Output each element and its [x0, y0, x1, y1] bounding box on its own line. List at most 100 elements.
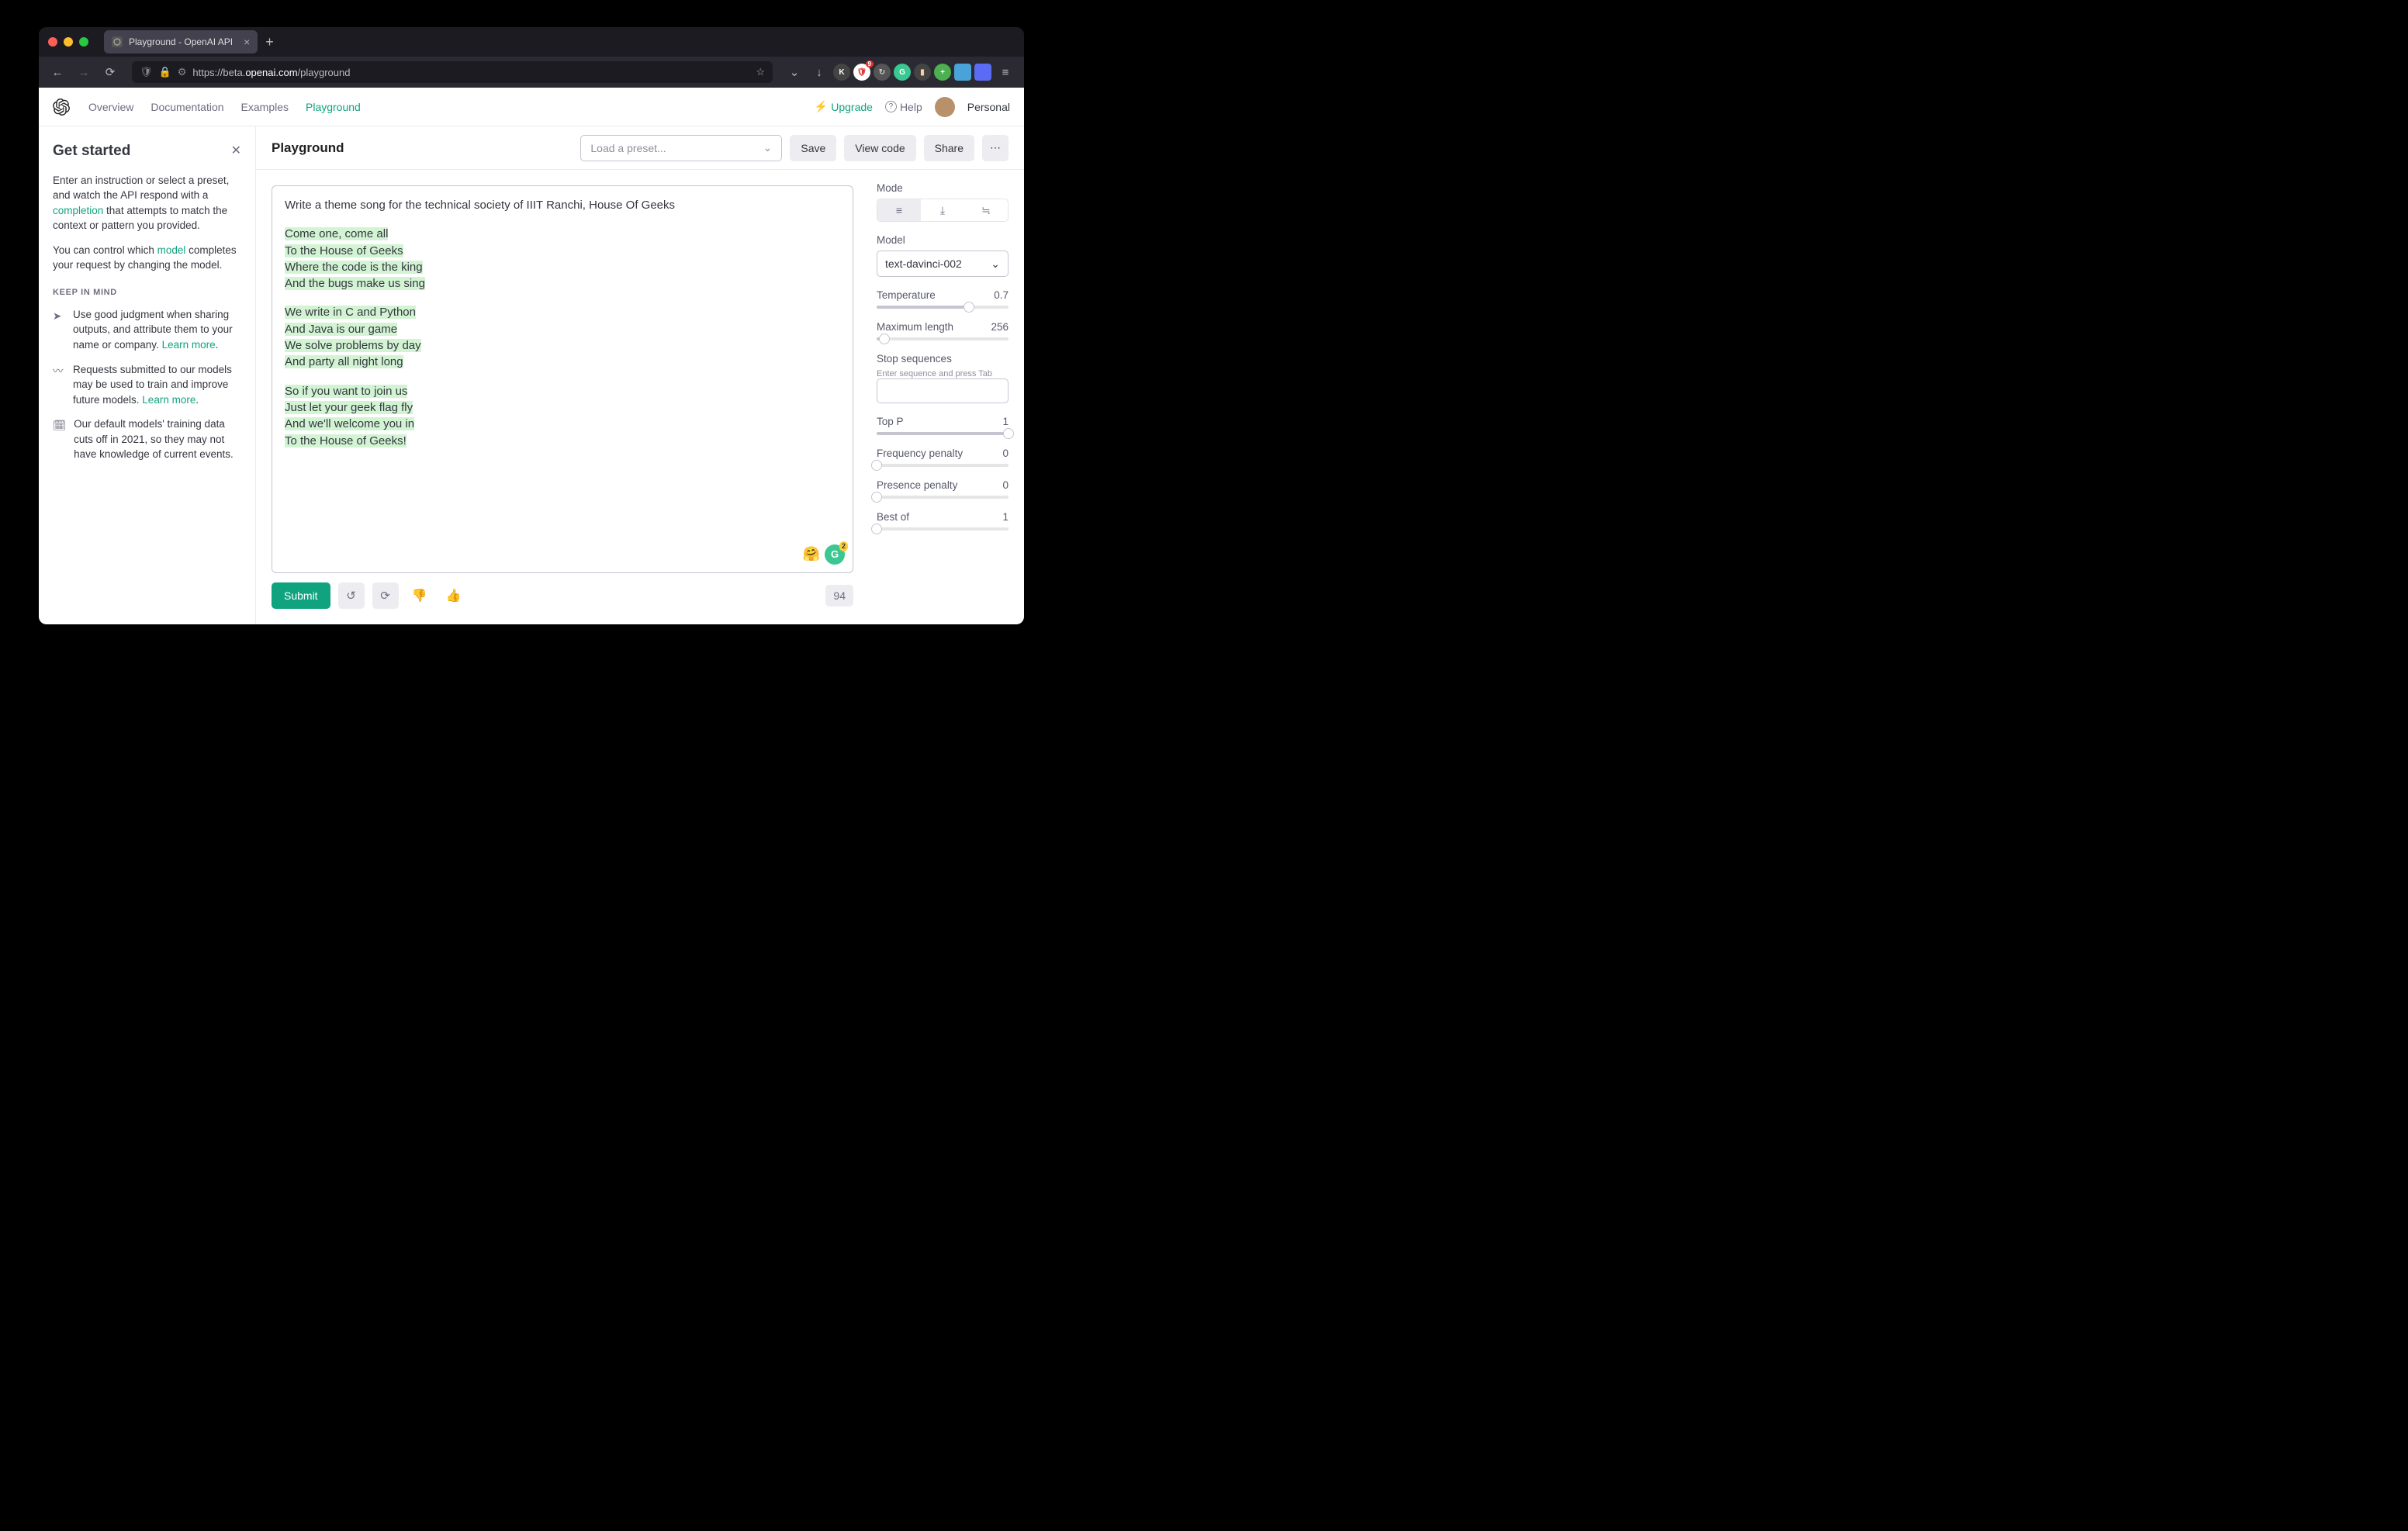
mode-param: Mode ≡ ⤓ ≒ [877, 182, 1009, 222]
openai-favicon [112, 36, 123, 47]
titlebar: Playground - OpenAI API × + [39, 27, 1024, 57]
send-icon: ➤ [53, 309, 65, 353]
main-body: Write a theme song for the technical soc… [256, 170, 1024, 624]
nav-links: Overview Documentation Examples Playgrou… [88, 101, 361, 113]
completion-text: Come one, come allTo the House of GeeksW… [285, 226, 840, 449]
nav-overview[interactable]: Overview [88, 101, 133, 113]
extension-icon[interactable]: ▮ [914, 64, 931, 81]
bestof-param: Best of1 [877, 511, 1009, 530]
site-nav: Overview Documentation Examples Playgrou… [39, 88, 1024, 126]
nav-playground[interactable]: Playground [306, 101, 361, 113]
content: Get started ✕ Enter an instruction or se… [39, 126, 1024, 624]
maxlen-slider[interactable] [877, 337, 1009, 340]
submit-button[interactable]: Submit [272, 582, 330, 609]
close-sidebar-icon[interactable]: ✕ [231, 142, 241, 160]
learn-more-link[interactable]: Learn more [162, 339, 216, 351]
mode-edit-icon[interactable]: ≒ [964, 199, 1008, 221]
learn-more-link[interactable]: Learn more [142, 394, 195, 406]
share-button[interactable]: Share [924, 135, 974, 161]
tab-title: Playground - OpenAI API [129, 36, 233, 47]
help-icon: ? [885, 101, 897, 112]
grammarly-badge-icon[interactable]: G2 [825, 544, 845, 565]
action-row: Submit ↺ ⟳ 👎 👍 94 [272, 582, 853, 609]
undo-button[interactable]: ↺ [338, 582, 365, 609]
freq-slider[interactable] [877, 464, 1009, 467]
nav-documentation[interactable]: Documentation [150, 101, 223, 113]
maxlen-param: Maximum length256 [877, 321, 1009, 340]
ublock-icon[interactable]: 🛡9 [853, 64, 870, 81]
extension-icons: ⌄ ↓ K 🛡9 ↻ G ▮ + ≡ [784, 61, 1016, 83]
minimize-window-icon[interactable] [64, 37, 73, 47]
mode-toggle: ≡ ⤓ ≒ [877, 199, 1009, 222]
pres-slider[interactable] [877, 496, 1009, 499]
pocket-icon[interactable]: ⌄ [784, 61, 805, 83]
mode-complete-icon[interactable]: ≡ [877, 199, 921, 221]
chevron-down-icon: ⌄ [991, 257, 1000, 271]
keep-in-mind-item: 〰 Requests submitted to our models may b… [53, 362, 241, 408]
sidebar-title: Get started ✕ [53, 140, 241, 162]
thumbs-up-button[interactable]: 👍 [441, 582, 467, 609]
page-content: Overview Documentation Examples Playgrou… [39, 88, 1024, 624]
view-code-button[interactable]: View code [844, 135, 915, 161]
reload-button[interactable]: ⟳ [99, 61, 121, 83]
playground-header: Playground Load a preset... ⌄ Save View … [256, 126, 1024, 170]
sidebar-intro-2: You can control which model completes yo… [53, 243, 241, 273]
thumbs-down-button[interactable]: 👎 [407, 582, 433, 609]
prompt-editor[interactable]: Write a theme song for the technical soc… [272, 185, 853, 573]
openai-logo[interactable] [53, 98, 70, 116]
stop-param: Stop sequences Enter sequence and press … [877, 353, 1009, 403]
close-tab-icon[interactable]: × [244, 36, 250, 48]
avatar[interactable] [935, 97, 955, 117]
mode-insert-icon[interactable]: ⤓ [921, 199, 964, 221]
calendar-icon: 🗓 [53, 418, 66, 462]
main: Playground Load a preset... ⌄ Save View … [256, 126, 1024, 624]
regenerate-button[interactable]: ⟳ [372, 582, 399, 609]
keep-in-mind-item: 🗓 Our default models' training data cuts… [53, 416, 241, 462]
stop-sequence-input[interactable] [877, 378, 1009, 403]
maximize-window-icon[interactable] [79, 37, 88, 47]
upgrade-link[interactable]: ⚡ Upgrade [815, 100, 873, 113]
grammarly-icon[interactable]: G [894, 64, 911, 81]
back-button[interactable]: ← [47, 61, 68, 83]
extension-purple-icon[interactable] [974, 64, 991, 81]
save-button[interactable]: Save [790, 135, 836, 161]
model-link[interactable]: model [157, 244, 186, 256]
forward-button[interactable]: → [73, 61, 95, 83]
more-button[interactable]: ⋯ [982, 135, 1009, 161]
preset-select[interactable]: Load a preset... ⌄ [580, 135, 782, 161]
keep-in-mind-item: ➤ Use good judgment when sharing outputs… [53, 307, 241, 353]
bookmark-icon[interactable]: ☆ [756, 66, 765, 78]
new-tab-button[interactable]: + [265, 34, 274, 50]
extension-k-icon[interactable]: K [833, 64, 850, 81]
lock-icon: 🔒 [159, 66, 171, 78]
extension-c-icon[interactable]: ↻ [874, 64, 891, 81]
browser-tab[interactable]: Playground - OpenAI API × [104, 30, 258, 54]
address-bar[interactable]: 🛡 🔒 ⚙ https://beta.openai.com/playground… [132, 61, 773, 83]
extension-blue-icon[interactable] [954, 64, 971, 81]
nav-examples[interactable]: Examples [241, 101, 289, 113]
model-select[interactable]: text-davinci-002 ⌄ [877, 251, 1009, 277]
sidebar: Get started ✕ Enter an instruction or se… [39, 126, 256, 624]
topp-slider[interactable] [877, 432, 1009, 435]
account-name[interactable]: Personal [967, 101, 1010, 113]
traffic-lights [48, 37, 88, 47]
chevron-down-icon: ⌄ [763, 141, 773, 154]
emoji-reaction-icon[interactable]: 🤗 [801, 544, 822, 565]
temperature-slider[interactable] [877, 306, 1009, 309]
close-window-icon[interactable] [48, 37, 57, 47]
editor-badges: 🤗 G2 [801, 544, 845, 565]
token-count: 94 [825, 585, 853, 607]
extension-plus-icon[interactable]: + [934, 64, 951, 81]
model-param: Model text-davinci-002 ⌄ [877, 234, 1009, 277]
lightning-icon: ⚡ [815, 100, 828, 113]
hamburger-menu-icon[interactable]: ≡ [995, 61, 1016, 83]
shield-icon: 🛡 [140, 66, 153, 78]
downloads-icon[interactable]: ↓ [808, 61, 830, 83]
params-panel: Mode ≡ ⤓ ≒ Model text-davinci-002 ⌄ [869, 170, 1024, 624]
completion-link[interactable]: completion [53, 205, 103, 216]
nav-right: ⚡ Upgrade ? Help Personal [815, 97, 1010, 117]
freq-param: Frequency penalty0 [877, 448, 1009, 467]
page-title: Playground [272, 140, 344, 156]
bestof-slider[interactable] [877, 527, 1009, 530]
help-link[interactable]: ? Help [885, 101, 922, 113]
